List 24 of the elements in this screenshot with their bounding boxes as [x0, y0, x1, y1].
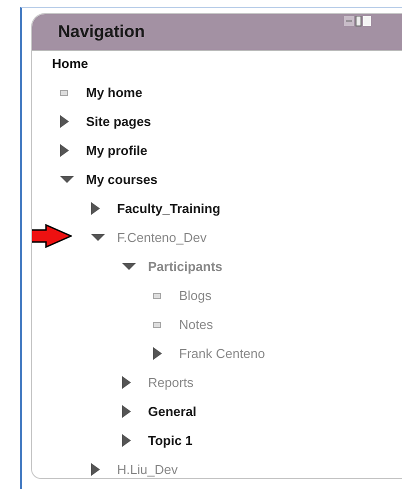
triangle-icon[interactable] — [60, 144, 69, 157]
bullet-icon — [153, 292, 161, 298]
triangle-icon[interactable] — [122, 405, 131, 418]
triangle-icon[interactable] — [153, 347, 162, 360]
triangle-icon[interactable] — [91, 463, 100, 476]
triangle-icon[interactable] — [60, 115, 69, 128]
home-link[interactable]: Home — [52, 56, 88, 71]
block-title: Navigation — [58, 22, 145, 42]
nav-item[interactable]: Site pages — [86, 114, 152, 128]
triangle-icon[interactable] — [122, 434, 131, 447]
nav-item[interactable]: My home — [86, 86, 142, 100]
nav-item[interactable]: Topic 1 — [148, 434, 193, 448]
triangle-icon[interactable] — [91, 234, 105, 242]
nav-item[interactable]: General — [148, 404, 196, 418]
triangle-icon[interactable] — [122, 262, 136, 270]
nav-item[interactable]: My profile — [86, 144, 148, 158]
triangle-icon[interactable] — [60, 176, 74, 184]
nav-item[interactable]: Faculty_Training — [117, 202, 220, 216]
triangle-icon[interactable] — [91, 202, 100, 215]
nav-item[interactable]: My courses — [86, 172, 158, 186]
bullet-icon — [153, 322, 161, 328]
window-controls-icon[interactable] — [344, 16, 372, 27]
bullet-icon — [60, 90, 68, 96]
triangle-icon[interactable] — [122, 376, 131, 389]
